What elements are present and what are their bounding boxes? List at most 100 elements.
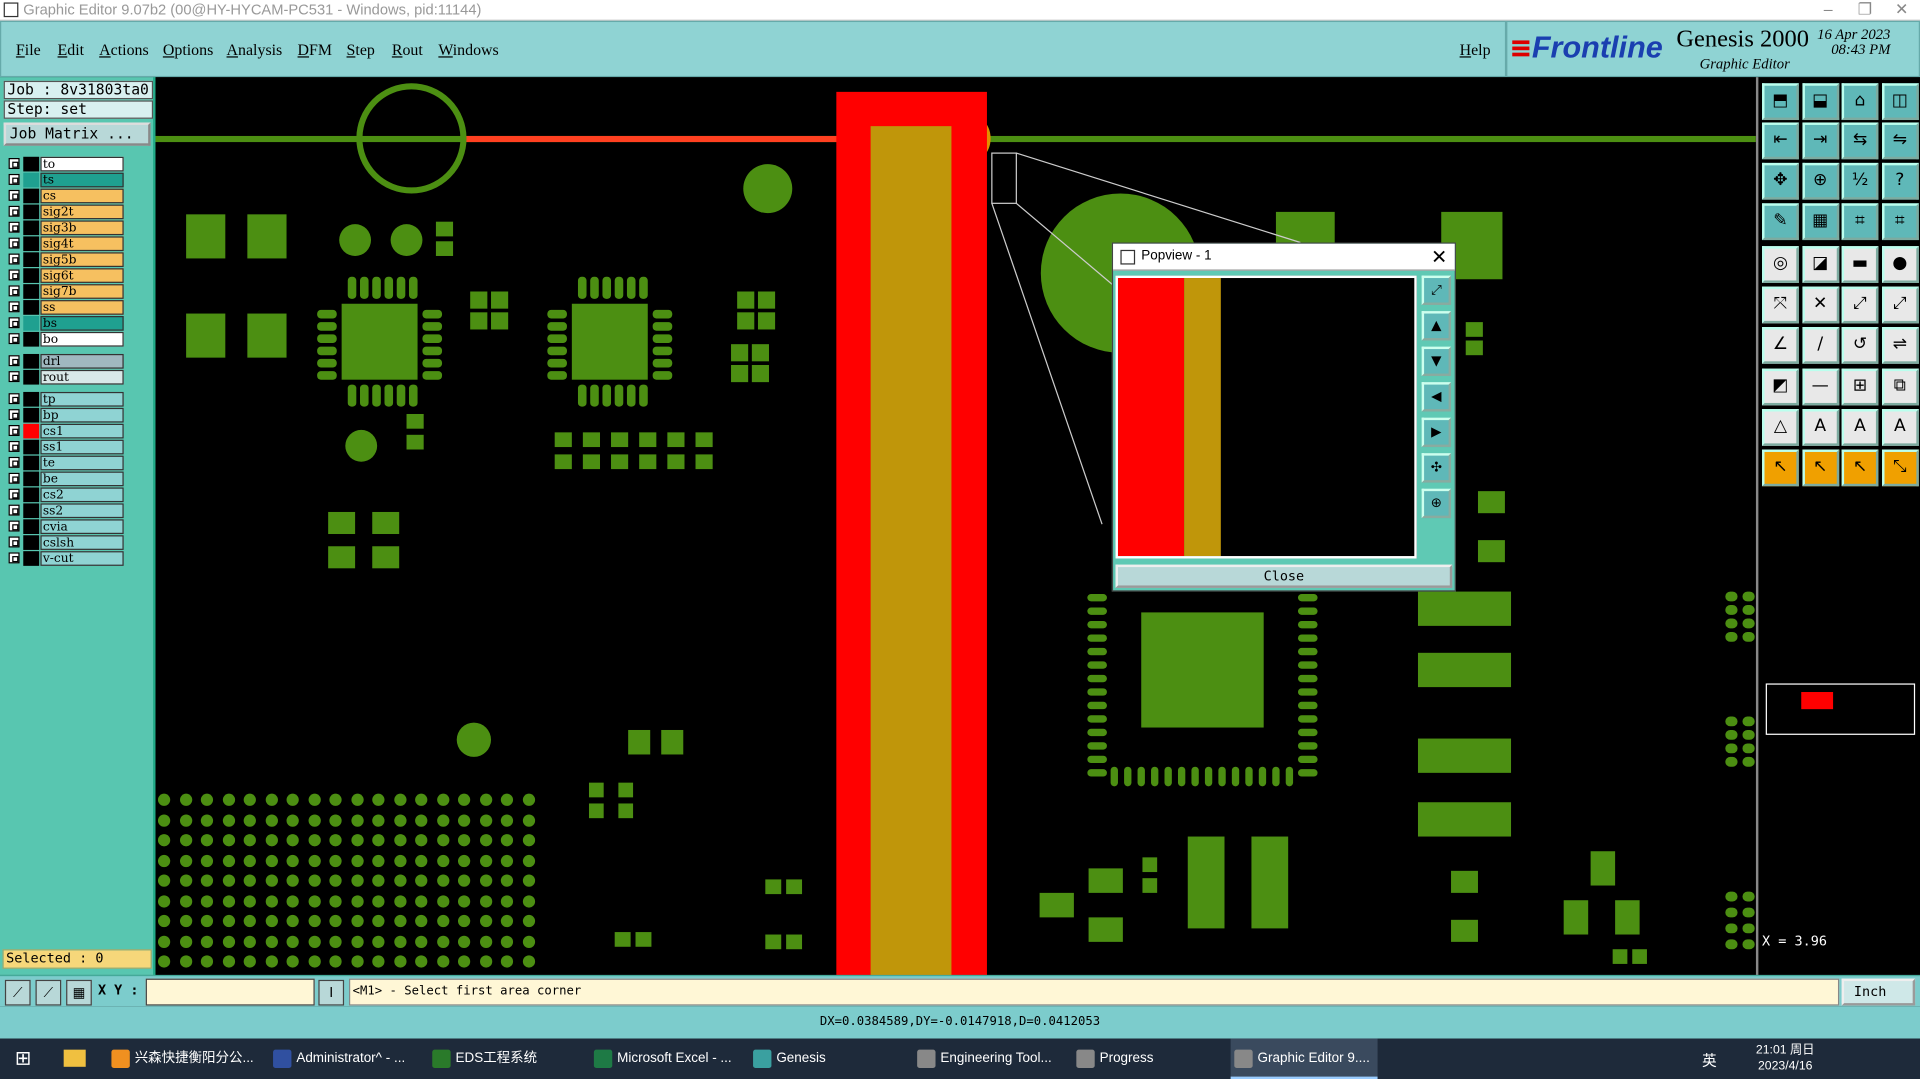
layer-color-swatch[interactable] <box>23 204 40 220</box>
taskbar-item[interactable]: 兴森快捷衡阳分公... <box>108 1039 265 1079</box>
layer-item[interactable]: sig6t <box>6 268 124 283</box>
layer-name[interactable]: cs1 <box>40 423 124 439</box>
layer-checkbox[interactable] <box>8 157 20 170</box>
home-icon[interactable]: ⌂ <box>1841 83 1879 121</box>
layer-checkbox[interactable] <box>8 189 20 201</box>
menu-step[interactable]: Step <box>347 40 375 60</box>
layer-checkbox[interactable] <box>8 253 20 265</box>
layer-color-swatch[interactable] <box>23 236 40 252</box>
layer-name[interactable]: sig2t <box>40 204 124 220</box>
layer-checkbox[interactable] <box>8 285 20 297</box>
select-icon[interactable]: ↖ <box>1762 449 1799 487</box>
layer-name[interactable]: sig3b <box>40 220 124 236</box>
line-icon[interactable]: ◪ <box>1801 246 1839 283</box>
explorer-icon[interactable] <box>63 1049 86 1067</box>
layer-checkbox[interactable] <box>8 355 20 367</box>
layer-color-swatch[interactable] <box>23 156 40 172</box>
layer-item[interactable]: sig2t <box>6 204 124 220</box>
layer-name[interactable]: sig4t <box>40 236 124 252</box>
close-window-button[interactable]: ✕ <box>1883 0 1920 21</box>
menu-analysis[interactable]: Analysis <box>227 40 283 60</box>
stretch-icon[interactable]: ⊞ <box>1841 368 1879 406</box>
layer-item[interactable]: cslsh <box>6 535 124 550</box>
layer-color-swatch[interactable] <box>23 423 40 439</box>
layer-name[interactable]: bp <box>40 407 124 423</box>
layer-color-swatch[interactable] <box>23 252 40 268</box>
layer-item[interactable]: drl <box>6 353 124 369</box>
delete-icon[interactable]: ✕ <box>1801 286 1839 324</box>
mirror-icon[interactable]: ⇋ <box>1881 122 1919 160</box>
layer-color-swatch[interactable] <box>23 519 40 535</box>
layer-item[interactable]: cs <box>6 188 124 204</box>
move-icon[interactable]: ⤢ <box>1841 286 1879 324</box>
align-icon[interactable]: ⇌ <box>1881 327 1919 364</box>
layer-name[interactable]: cs <box>40 188 124 204</box>
layer-color-swatch[interactable] <box>23 369 40 385</box>
layer-checkbox[interactable] <box>8 504 20 516</box>
layer-item[interactable]: ss <box>6 300 124 315</box>
layer-checkbox[interactable] <box>8 173 20 185</box>
angle-icon[interactable]: ∠ <box>1762 327 1799 364</box>
text-icon[interactable]: A <box>1841 409 1879 446</box>
taskbar-item[interactable]: Microsoft Excel - ... <box>590 1039 744 1079</box>
layer-color-swatch[interactable] <box>23 172 40 188</box>
layer-item[interactable]: sig7b <box>6 284 124 299</box>
page-left-icon[interactable]: ◀ <box>1421 382 1452 412</box>
layer-item[interactable]: sig3b <box>6 220 124 236</box>
layer-checkbox[interactable] <box>8 552 20 564</box>
open-step-icon[interactable]: ⬒ <box>1762 83 1799 121</box>
start-icon[interactable]: ⊞ <box>15 1048 35 1068</box>
layer-item[interactable]: cs1 <box>6 423 124 439</box>
layer-name[interactable]: be <box>40 471 124 487</box>
layer-color-swatch[interactable] <box>23 487 40 503</box>
menu-help[interactable]: Help <box>1460 40 1491 60</box>
units-selector[interactable]: Inch <box>1841 978 1916 1006</box>
layer-color-swatch[interactable] <box>23 315 40 331</box>
layer-name[interactable]: sig6t <box>40 268 124 283</box>
select-icon[interactable]: ↖ <box>1841 449 1879 487</box>
layer-color-swatch[interactable] <box>23 331 40 347</box>
layer-item[interactable]: cvia <box>6 519 124 535</box>
ime-indicator[interactable]: 英 <box>1702 1050 1717 1071</box>
layer-name[interactable]: to <box>40 156 124 172</box>
layer-color-swatch[interactable] <box>23 391 40 407</box>
layer-checkbox[interactable] <box>8 536 20 548</box>
swap-icon[interactable]: ⇆ <box>1841 122 1879 160</box>
layer-checkbox[interactable] <box>8 456 20 468</box>
layer-name[interactable]: bo <box>40 331 124 347</box>
layer-color-swatch[interactable] <box>23 188 40 204</box>
layer-name[interactable]: drl <box>40 353 124 369</box>
layers-icon[interactable]: ⌗ <box>1841 203 1879 241</box>
layer-name[interactable]: sig5b <box>40 252 124 268</box>
layer-item[interactable]: be <box>6 471 124 487</box>
layer-name[interactable]: te <box>40 455 124 471</box>
layer-item[interactable]: v-cut <box>6 551 124 566</box>
save-icon[interactable]: ⬓ <box>1801 83 1839 121</box>
layer-checkbox[interactable] <box>8 205 20 217</box>
triangle-icon[interactable]: △ <box>1762 409 1799 446</box>
layer-checkbox[interactable] <box>8 472 20 484</box>
layer-name[interactable]: ss1 <box>40 439 124 455</box>
layer-item[interactable]: bs <box>6 315 124 331</box>
layer-checkbox[interactable] <box>8 221 20 233</box>
layer-color-swatch[interactable] <box>23 300 40 315</box>
layer-name[interactable]: rout <box>40 369 124 385</box>
layer-checkbox[interactable] <box>8 269 20 281</box>
route-icon[interactable]: ⤡ <box>1881 449 1919 487</box>
snap-mode-icon[interactable]: ⟋ <box>4 979 31 1006</box>
layer-item[interactable]: cs2 <box>6 487 124 503</box>
menu-edit[interactable]: Edit <box>58 40 85 60</box>
layer-item[interactable]: rout <box>6 369 124 385</box>
group-icon[interactable]: ⧉ <box>1881 368 1919 406</box>
copy-icon[interactable]: ⤢ <box>1881 286 1919 324</box>
grid-icon[interactable]: ▦ <box>1801 203 1839 241</box>
popview-canvas[interactable] <box>1115 275 1417 559</box>
layer-name[interactable]: ts <box>40 172 124 188</box>
layer-item[interactable]: sig4t <box>6 236 124 252</box>
popview-close-button[interactable]: Close <box>1115 564 1453 588</box>
layer-checkbox[interactable] <box>8 237 20 249</box>
layer-item[interactable]: bo <box>6 331 124 347</box>
connect-icon[interactable]: ⤧ <box>1762 286 1799 324</box>
arc-icon[interactable]: ↺ <box>1841 327 1879 364</box>
layer-checkbox[interactable] <box>8 317 20 329</box>
